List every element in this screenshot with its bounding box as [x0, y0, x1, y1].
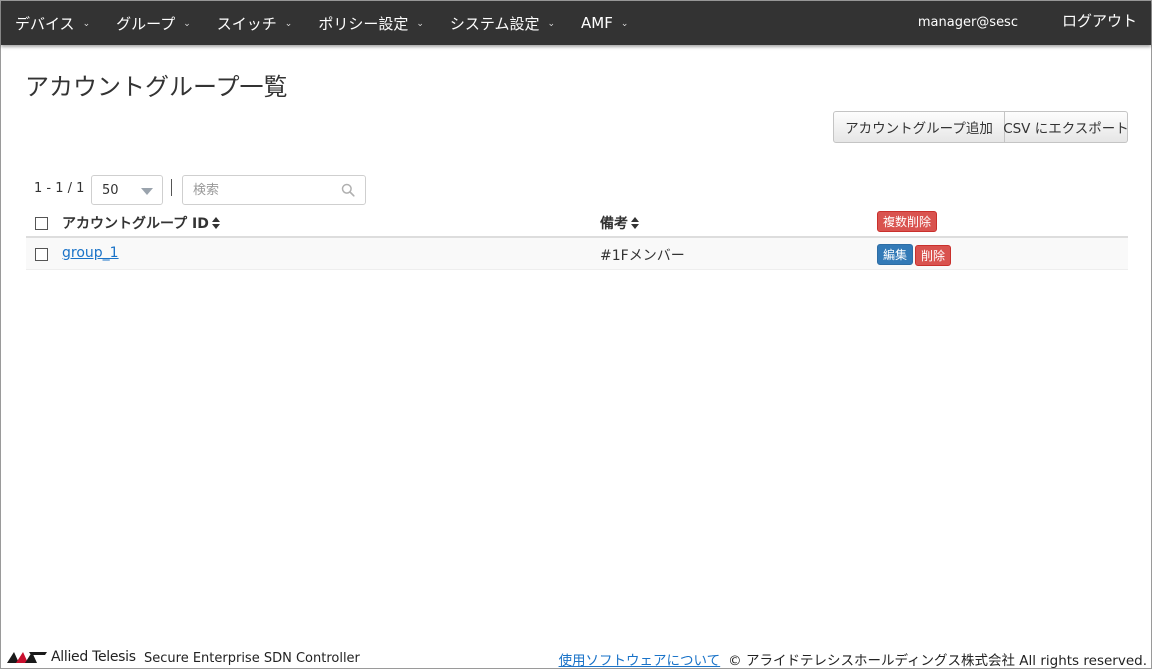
chevron-down-icon: ⌄ [82, 19, 91, 29]
sort-icon [211, 217, 220, 229]
nav-menu-system-settings-label: システム設定 [449, 14, 540, 33]
brand-name: Allied Telesis [51, 649, 136, 665]
action-button-group: アカウントグループ追加 CSV にエクスポート [833, 111, 1129, 143]
search-input[interactable] [183, 176, 333, 204]
row-note-cell: #1Fメンバー [600, 248, 685, 264]
account-group-table: アカウントグループ ID 備考 複数削除 group_1 #1Fメンバー 編集 … [26, 207, 1128, 270]
search-box [182, 175, 366, 205]
nav-menu-switches-label: スイッチ [216, 14, 277, 33]
column-header-note[interactable]: 備考 [600, 213, 639, 233]
product-name: Secure Enterprise SDN Controller [144, 651, 360, 666]
nav-menu-amf[interactable]: AMF ⌄ [567, 1, 640, 45]
chevron-down-icon: ⌄ [284, 19, 293, 29]
column-header-id[interactable]: アカウントグループ ID [62, 213, 220, 233]
nav-menu-devices[interactable]: デバイス ⌄ [1, 1, 102, 45]
nav-menu-policy-settings[interactable]: ポリシー設定 ⌄ [304, 1, 436, 45]
footer-info: 使用ソフトウェアについて © アライドテレシスホールディングス株式会社 All r… [559, 649, 1147, 669]
delete-button[interactable]: 削除 [915, 245, 952, 266]
toolbar-divider [171, 179, 172, 196]
chevron-down-icon: ⌄ [547, 19, 555, 29]
page-title: アカウントグループ一覧 [25, 73, 288, 101]
column-header-id-label: アカウントグループ ID [62, 216, 209, 232]
nav-menu-policy-settings-label: ポリシー設定 [318, 14, 409, 33]
add-account-group-button[interactable]: アカウントグループ追加 [833, 111, 1005, 143]
chevron-down-icon: ⌄ [620, 19, 629, 29]
nav-menu-switches[interactable]: スイッチ ⌄ [203, 1, 305, 45]
pagination-range: 1 - 1 / 1 [34, 181, 85, 196]
table-header: アカウントグループ ID 備考 複数削除 [26, 207, 1128, 238]
row-checkbox[interactable] [35, 248, 48, 261]
nav-right-area: manager@sesc ログアウト [918, 1, 1151, 45]
bulk-delete-button[interactable]: 複数削除 [877, 211, 938, 232]
group-id-link[interactable]: group_1 [62, 245, 119, 261]
row-id-cell: group_1 [62, 245, 119, 261]
company-logo: Allied Telesis [7, 649, 136, 665]
edit-button[interactable]: 編集 [877, 244, 914, 265]
nav-menu-groups-label: グループ [116, 14, 176, 33]
search-icon[interactable] [341, 183, 355, 197]
allied-telesis-logo-icon [7, 652, 47, 663]
per-page-select[interactable]: 50 [91, 175, 163, 205]
nav-menu-devices-label: デバイス [15, 14, 75, 33]
nav-menu-system-settings[interactable]: システム設定 ⌄ [436, 1, 567, 45]
dropdown-arrow-icon [141, 188, 153, 195]
sort-icon [631, 217, 639, 229]
current-user: manager@sesc [917, 14, 1018, 30]
chevron-down-icon: ⌄ [183, 19, 191, 29]
column-header-note-label: 備考 [600, 216, 628, 232]
nav-menu-groups[interactable]: グループ ⌄ [102, 1, 203, 45]
export-csv-button[interactable]: CSV にエクスポート [1003, 111, 1129, 143]
chevron-down-icon: ⌄ [416, 19, 424, 29]
copyright-text: © アライドテレシスホールディングス株式会社 All rights reserv… [728, 653, 1147, 669]
select-all-checkbox[interactable] [35, 217, 48, 230]
per-page-value: 50 [102, 182, 119, 198]
nav-menu-amf-label: AMF [581, 14, 613, 32]
logout-link[interactable]: ログアウト [1062, 10, 1137, 31]
table-row: group_1 #1Fメンバー 編集 削除 [26, 238, 1128, 270]
top-navbar: デバイス ⌄ グループ ⌄ スイッチ ⌄ ポリシー設定 ⌄ システム設定 ⌄ A… [1, 1, 1151, 45]
about-software-link[interactable]: 使用ソフトウェアについて [559, 653, 721, 669]
